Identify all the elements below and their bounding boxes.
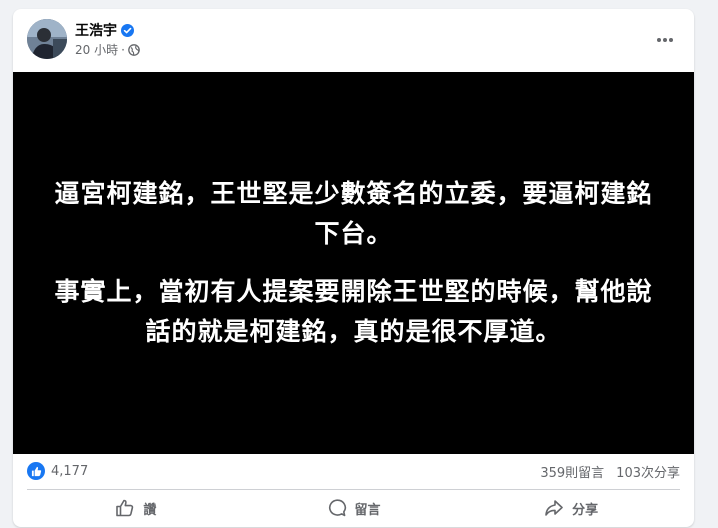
verified-badge-icon xyxy=(121,23,134,37)
action-bar: 讚 留言 分享 xyxy=(27,491,680,525)
reaction-summary[interactable]: 4,177 xyxy=(27,462,88,480)
author-name-row: 王浩宇 xyxy=(75,20,134,40)
avatar[interactable] xyxy=(27,19,67,59)
like-button-label: 讚 xyxy=(143,502,157,518)
author-name[interactable]: 王浩宇 xyxy=(75,20,117,40)
post-image[interactable]: 逼宮柯建銘，王世堅是少數簽名的立委，要逼柯建銘下台。 事實上，當初有人提案要開除… xyxy=(13,72,694,454)
divider xyxy=(27,489,680,490)
more-options-icon xyxy=(657,38,673,42)
image-text-paragraph-1: 逼宮柯建銘，王世堅是少數簽名的立委，要逼柯建銘下台。 xyxy=(54,179,653,248)
like-reaction-icon xyxy=(27,462,45,480)
like-button[interactable]: 讚 xyxy=(27,492,245,524)
comment-button-label: 留言 xyxy=(354,502,381,518)
globe-icon[interactable] xyxy=(128,43,140,56)
meta-separator: · xyxy=(121,42,125,57)
reactions-bar: 4,177 359則留言 103次分享 xyxy=(13,454,694,488)
share-button-label: 分享 xyxy=(572,502,599,518)
share-arrow-icon xyxy=(545,500,563,516)
share-button[interactable]: 分享 xyxy=(462,492,680,524)
more-options-button[interactable] xyxy=(650,25,680,55)
image-text-paragraph-2: 事實上，當初有人提案要開除王世堅的時候，幫他說話的就是柯建銘，真的是很不厚道。 xyxy=(54,277,653,346)
comment-button[interactable]: 留言 xyxy=(245,492,463,524)
post-meta: 20 小時 · xyxy=(75,41,140,58)
avatar-image xyxy=(27,19,67,59)
thumbs-up-icon xyxy=(116,499,134,517)
post-time[interactable]: 20 小時 xyxy=(75,41,118,58)
post-header: 王浩宇 20 小時 · xyxy=(13,9,694,71)
engagement-counts: 359則留言 103次分享 xyxy=(540,462,680,481)
share-count[interactable]: 103次分享 xyxy=(616,462,680,481)
like-count: 4,177 xyxy=(51,463,89,479)
comment-icon xyxy=(328,499,346,517)
comment-count[interactable]: 359則留言 xyxy=(540,462,604,481)
post-card: 王浩宇 20 小時 · 逼宮柯建銘，王世堅是少數簽名的立委，要逼柯建銘下台。 事… xyxy=(13,9,694,527)
